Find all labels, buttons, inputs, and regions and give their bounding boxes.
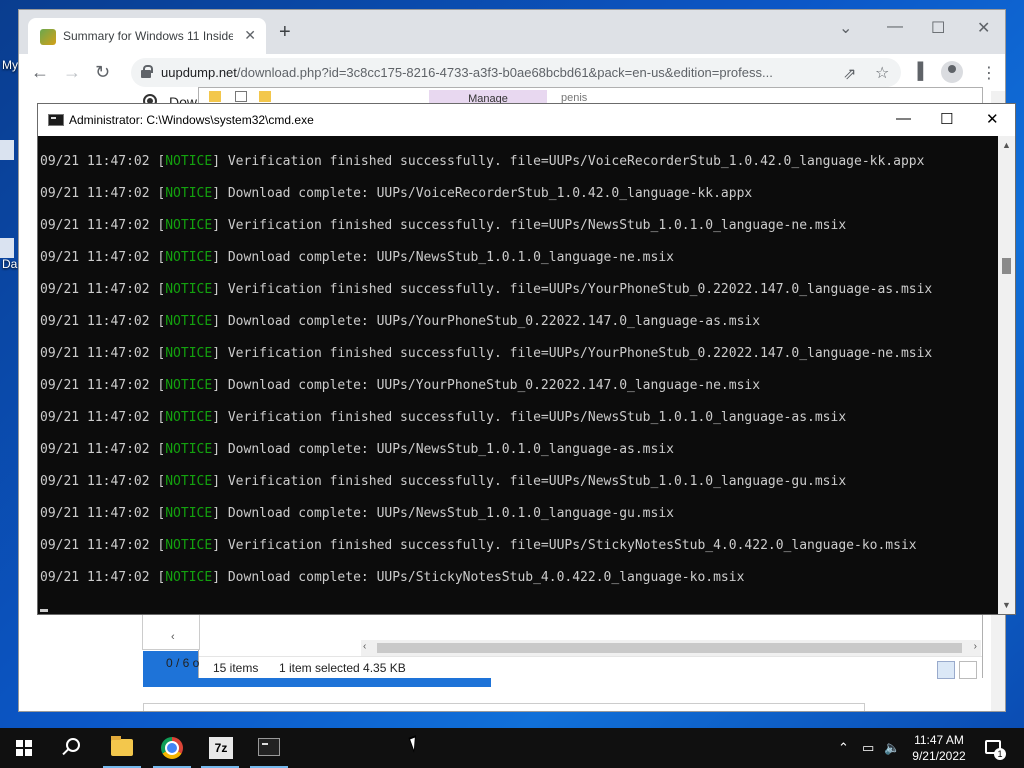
desktop-file-icon[interactable] (0, 140, 14, 160)
chevron-up-icon[interactable]: ⌃ (838, 740, 849, 756)
horizontal-scrollbar[interactable]: ‹ › (361, 640, 981, 656)
maximize-icon[interactable]: ☐ (940, 110, 953, 128)
console-line: 09/21 11:47:02 [NOTICE] Verification fin… (40, 538, 917, 553)
minimize-icon[interactable]: — (896, 110, 911, 127)
taskbar: 7z ⌃ ▭ 🔈 11:47 AM 9/21/2022 1 (0, 728, 1024, 768)
close-icon[interactable]: ✕ (986, 110, 999, 128)
7zip-icon: 7z (209, 737, 233, 759)
large-icons-view-icon[interactable] (959, 661, 977, 679)
tab-search-icon[interactable]: ⌄ (839, 18, 852, 38)
scrollbar-thumb[interactable] (377, 643, 962, 653)
console-line: 09/21 11:47:02 [NOTICE] Download complet… (40, 250, 674, 265)
command-prompt-icon (258, 738, 280, 756)
cmd-window: Administrator: C:\Windows\system32\cmd.e… (37, 103, 1016, 615)
new-folder-icon[interactable] (259, 91, 271, 102)
clock-time: 11:47 AM (914, 733, 964, 747)
clock[interactable]: 11:47 AM 9/21/2022 (904, 732, 974, 764)
console-line: 09/21 11:47:02 [NOTICE] Download complet… (40, 186, 753, 201)
clock-date: 9/21/2022 (912, 749, 966, 763)
nav-pane-scroll[interactable]: ‹ (142, 614, 200, 650)
console-line: 09/21 11:47:02 [NOTICE] Verification fin… (40, 154, 925, 169)
scroll-down-icon[interactable]: ▼ (1002, 600, 1011, 610)
windows-logo-icon (16, 740, 32, 756)
browser-toolbar: ← → ↻ uupdump.net/download.php?id=3c8cc1… (19, 54, 1005, 91)
tab-title: Summary for Windows 11 Insider (63, 29, 233, 43)
close-tab-icon[interactable]: ✕ (244, 27, 256, 44)
start-button[interactable] (0, 728, 46, 768)
chrome-icon (161, 737, 183, 759)
desktop-file-icon[interactable] (0, 238, 14, 258)
item-count: 15 items (213, 661, 259, 675)
profile-avatar[interactable] (941, 61, 963, 83)
scroll-right-icon[interactable]: › (974, 641, 977, 652)
folder-icon (209, 91, 221, 102)
desktop-icon-label[interactable]: Da (2, 257, 17, 271)
lock-icon[interactable] (141, 65, 153, 78)
console-output[interactable]: 09/21 11:47:02 [NOTICE] Verification fin… (40, 136, 1000, 614)
scroll-left-icon[interactable]: ‹ (171, 631, 175, 643)
console-line: 09/21 11:47:02 [NOTICE] Verification fin… (40, 474, 847, 489)
status-bar: 15 items 1 item selected 4.35 KB (199, 656, 982, 679)
search-button[interactable] (48, 728, 94, 768)
console-line: 09/21 11:47:02 [NOTICE] Download complet… (40, 442, 674, 457)
tab-strip: Summary for Windows 11 Insider ✕ + ⌄ — ☐… (19, 10, 1005, 54)
volume-icon[interactable]: 🔈 (884, 740, 900, 756)
console-line: 09/21 11:47:02 [NOTICE] Verification fin… (40, 346, 933, 361)
scroll-left-icon[interactable]: ‹ (363, 641, 366, 652)
console-line: 09/21 11:47:02 [NOTICE] Download complet… (40, 378, 761, 393)
reload-icon[interactable]: ↻ (95, 62, 110, 82)
console-line: 09/21 11:47:02 [NOTICE] Download complet… (40, 314, 761, 329)
scroll-up-icon[interactable]: ▲ (1002, 140, 1011, 150)
back-arrow-icon[interactable]: ← (31, 62, 49, 82)
scrollbar-thumb[interactable] (1002, 258, 1011, 274)
menu-kebab-icon[interactable]: ⋮ (981, 63, 997, 83)
cmd-icon[interactable] (48, 114, 64, 126)
progress-text: 0 / 6 o (166, 656, 200, 670)
console-line: 09/21 11:47:02 [NOTICE] Verification fin… (40, 410, 847, 425)
cmd-titlebar[interactable]: Administrator: C:\Windows\system32\cmd.e… (38, 104, 1015, 136)
console-line: 09/21 11:47:02 [NOTICE] Verification fin… (40, 218, 847, 233)
close-window-icon[interactable]: ✕ (977, 18, 990, 38)
new-tab-button[interactable]: + (279, 22, 291, 42)
desktop-icon-label[interactable]: My (2, 58, 18, 72)
content-box (143, 703, 865, 711)
bookmark-star-icon[interactable]: ☆ (875, 63, 889, 83)
console-line: 09/21 11:47:02 [NOTICE] Download complet… (40, 570, 745, 585)
forward-arrow-icon[interactable]: → (63, 62, 81, 82)
network-icon[interactable]: ▭ (862, 740, 874, 756)
minimize-icon[interactable]: — (887, 18, 903, 36)
cmd-title: Administrator: C:\Windows\system32\cmd.e… (69, 113, 314, 127)
maximize-icon[interactable]: ☐ (931, 18, 945, 38)
url-text[interactable]: uupdump.net/download.php?id=3c8cc175-821… (161, 65, 831, 80)
favicon-icon (40, 29, 56, 45)
notification-badge: 1 (994, 748, 1006, 760)
search-icon (66, 738, 80, 752)
text-cursor (40, 609, 48, 612)
share-icon[interactable]: ⇗ (843, 64, 856, 84)
file-explorer-icon (111, 736, 133, 756)
cmd-scrollbar[interactable]: ▲ ▼ (998, 136, 1015, 614)
side-panel-icon[interactable]: ▐ (912, 63, 923, 81)
selection-info: 1 item selected 4.35 KB (279, 661, 406, 675)
console-line: 09/21 11:47:02 [NOTICE] Verification fin… (40, 282, 933, 297)
properties-icon[interactable] (235, 91, 247, 102)
address-bar[interactable]: uupdump.net/download.php?id=3c8cc175-821… (131, 58, 901, 87)
browser-tab[interactable]: Summary for Windows 11 Insider ✕ (28, 18, 266, 54)
console-line: 09/21 11:47:02 [NOTICE] Download complet… (40, 506, 674, 521)
details-view-icon[interactable] (937, 661, 955, 679)
